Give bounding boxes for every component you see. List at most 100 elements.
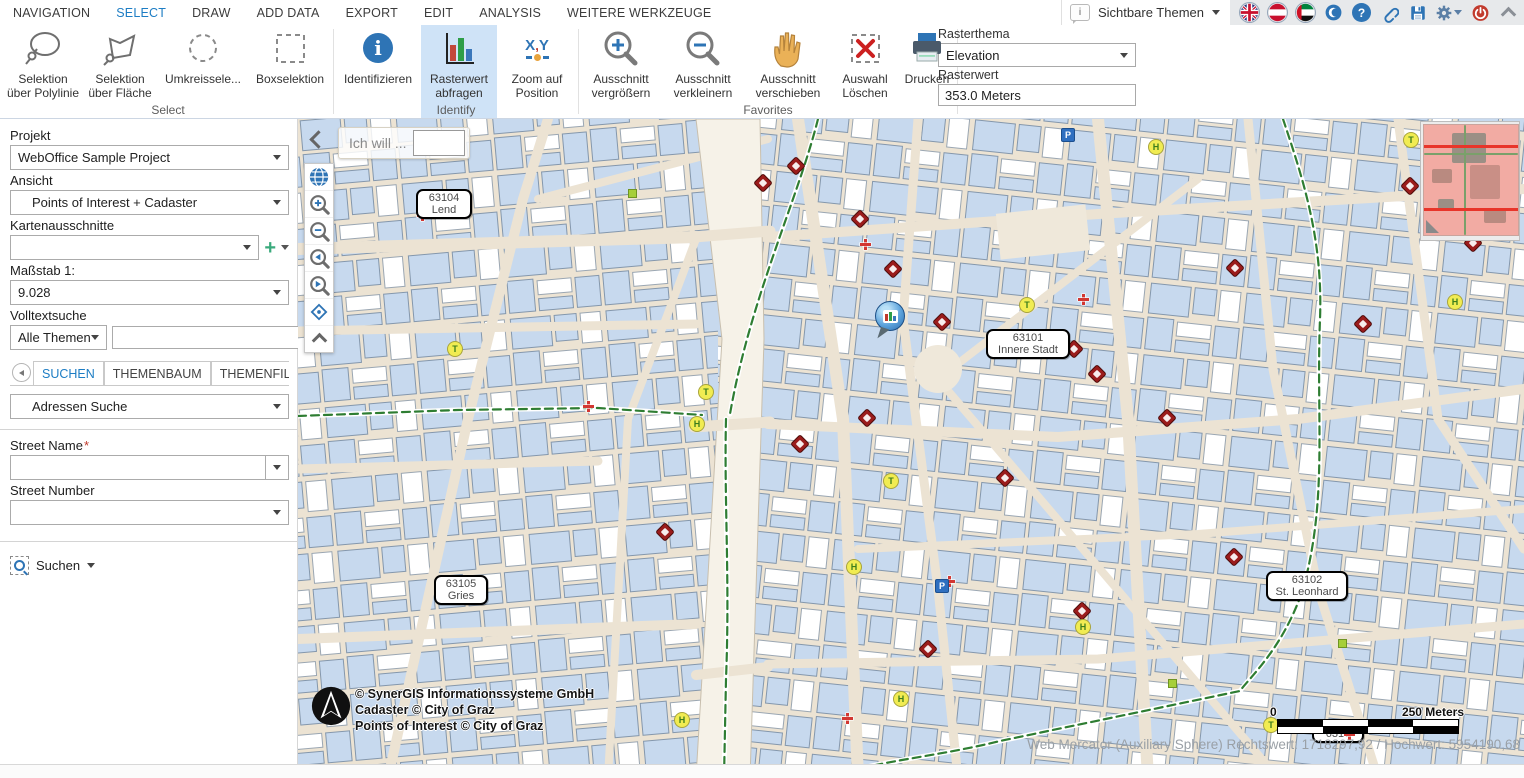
project-select[interactable]: WebOffice Sample Project — [10, 145, 289, 170]
search-submit-button[interactable]: Suchen — [10, 556, 289, 575]
identify-button[interactable]: i Identifizieren — [335, 25, 421, 102]
tabs-scroll-left-button[interactable] — [12, 363, 31, 382]
topbar-right-toolbar: i Sichtbare Themen ? — [1061, 0, 1524, 25]
fulltext-search-input[interactable] — [112, 326, 300, 349]
hotel-marker[interactable]: H — [1075, 619, 1091, 635]
parking-marker[interactable]: P — [935, 579, 949, 593]
zoom-in-button[interactable] — [305, 191, 333, 218]
print-button[interactable]: Drucken — [898, 25, 956, 102]
collapse-ribbon-icon[interactable] — [1499, 3, 1518, 22]
pharmacy-marker[interactable] — [842, 713, 853, 724]
menu-tab-edit[interactable]: EDIT — [411, 6, 466, 20]
scale-bar: 0250 Meters — [1270, 705, 1464, 734]
logout-power-icon[interactable] — [1471, 3, 1490, 22]
hotel-marker[interactable]: H — [1148, 139, 1164, 155]
button-label: verkleinern — [674, 86, 733, 100]
clear-selection-button[interactable]: Auswahl Löschen — [832, 25, 898, 102]
select-box-button[interactable]: Boxselektion — [248, 25, 332, 102]
pan-hand-icon — [766, 28, 810, 72]
menu-tab-draw[interactable]: DRAW — [179, 6, 244, 20]
collapse-tools-button[interactable] — [305, 326, 333, 352]
chevron-down-icon — [273, 404, 281, 409]
street-number-input[interactable] — [11, 501, 266, 522]
tram-marker[interactable]: T — [1403, 132, 1419, 148]
poi-small-marker — [1338, 639, 1347, 648]
map-extents-select[interactable] — [10, 235, 259, 260]
search-type-select[interactable]: Adressen Suche — [10, 394, 289, 419]
settings-gear-icon[interactable] — [1436, 3, 1462, 22]
zoom-out-button[interactable] — [305, 218, 333, 245]
tab-themenfilter[interactable]: THEMENFILTER — [211, 361, 289, 385]
menu-tab-select[interactable]: SELECT — [103, 6, 179, 20]
menu-tab-weitere-werkzeuge[interactable]: WEITERE WERKZEUGE — [554, 6, 724, 20]
view-select[interactable]: Points of Interest + Cadaster — [10, 190, 289, 215]
divider — [0, 429, 297, 430]
overview-map[interactable] — [1420, 121, 1520, 241]
hotel-marker[interactable]: H — [689, 416, 705, 432]
raster-value-field[interactable] — [938, 84, 1136, 106]
fulltext-scope-select[interactable]: Alle Themen — [10, 325, 107, 350]
ich-will-input[interactable] — [413, 130, 465, 156]
share-link-icon[interactable] — [1380, 3, 1399, 22]
hotel-marker[interactable]: H — [674, 712, 690, 728]
select-radius-button[interactable]: Umkreissele... — [158, 25, 248, 102]
info-circle-icon: i — [356, 28, 400, 72]
pharmacy-marker[interactable] — [860, 239, 871, 250]
pan-extent-button[interactable]: Ausschnitt verschieben — [744, 25, 832, 102]
tram-marker[interactable]: T — [447, 341, 463, 357]
current-position-button[interactable] — [305, 299, 333, 326]
hotel-marker[interactable]: H — [1447, 294, 1463, 310]
zoom-in-extent-button[interactable]: Ausschnitt vergrößern — [580, 25, 662, 102]
overview-collapse-arrow[interactable] — [1426, 220, 1439, 233]
overview-extent-rectangle[interactable] — [1423, 145, 1519, 211]
required-mark: * — [84, 438, 89, 453]
night-mode-crescent-icon[interactable] — [1324, 3, 1343, 22]
help-icon[interactable]: ? — [1352, 3, 1371, 22]
menu-tab-export[interactable]: EXPORT — [333, 6, 411, 20]
add-extent-button[interactable]: + — [264, 239, 276, 257]
hotel-marker[interactable]: H — [846, 559, 862, 575]
language-german-flag-icon[interactable] — [1268, 3, 1287, 22]
select-area-button[interactable]: Selektion über Fläche — [82, 25, 158, 102]
tram-marker[interactable]: T — [883, 473, 899, 489]
tram-marker[interactable]: T — [698, 384, 714, 400]
tab-themenbaum[interactable]: THEMENBAUM — [104, 361, 211, 385]
raster-query-result-marker[interactable] — [875, 301, 905, 339]
street-number-dropdown-button[interactable] — [266, 501, 288, 524]
lasso-polyline-icon — [21, 28, 65, 72]
tooltip-icon: i — [1070, 4, 1090, 21]
street-name-dropdown-button[interactable] — [265, 456, 288, 479]
select-polyline-button[interactable]: Selektion über Polylinie — [4, 25, 82, 102]
hotel-marker[interactable]: H — [893, 691, 909, 707]
ich-will-search-widget[interactable]: Ich will ... — [338, 127, 470, 159]
pharmacy-marker[interactable] — [583, 401, 594, 412]
raster-value-query-button[interactable]: Rasterwert abfragen — [421, 25, 497, 102]
menu-tab-analysis[interactable]: ANALYSIS — [466, 6, 554, 20]
tram-marker[interactable]: T — [1019, 297, 1035, 313]
menu-tab-navigation[interactable]: NAVIGATION — [0, 6, 103, 20]
street-number-combobox[interactable] — [10, 500, 289, 525]
language-english-flag-icon[interactable] — [1240, 3, 1259, 22]
raster-theme-select[interactable]: Elevation — [938, 43, 1136, 67]
street-name-combobox[interactable] — [10, 455, 289, 480]
street-name-input[interactable] — [11, 456, 265, 477]
chevron-down-icon — [1454, 10, 1462, 15]
extent-options-dropdown[interactable] — [281, 245, 289, 250]
scale-select[interactable]: 9.028 — [10, 280, 289, 305]
zoom-out-extent-button[interactable]: Ausschnitt verkleinern — [662, 25, 744, 102]
parking-marker[interactable]: P — [1061, 128, 1075, 142]
tab-suchen[interactable]: SUCHEN — [33, 361, 104, 385]
coordinate-statusbar: Web Mercator (Auxiliary Sphere) Rechtswe… — [1027, 737, 1520, 752]
language-arabic-flag-icon[interactable] — [1296, 3, 1315, 22]
menu-tab-add-data[interactable]: ADD DATA — [244, 6, 333, 20]
pharmacy-marker[interactable] — [1078, 294, 1089, 305]
visible-themes-dropdown[interactable]: i Sichtbare Themen — [1061, 0, 1230, 25]
zoom-previous-button[interactable] — [305, 245, 333, 272]
save-session-icon[interactable] — [1408, 3, 1427, 22]
zoom-to-position-button[interactable]: X,Y Zoom auf Position — [497, 25, 577, 102]
fulltext-search-label: Volltextsuche — [10, 308, 289, 323]
map-viewport[interactable]: Ich will ... — [298, 119, 1524, 764]
full-extent-button[interactable] — [305, 164, 333, 191]
view-label: Ansicht — [10, 173, 289, 188]
zoom-next-button[interactable] — [305, 272, 333, 299]
